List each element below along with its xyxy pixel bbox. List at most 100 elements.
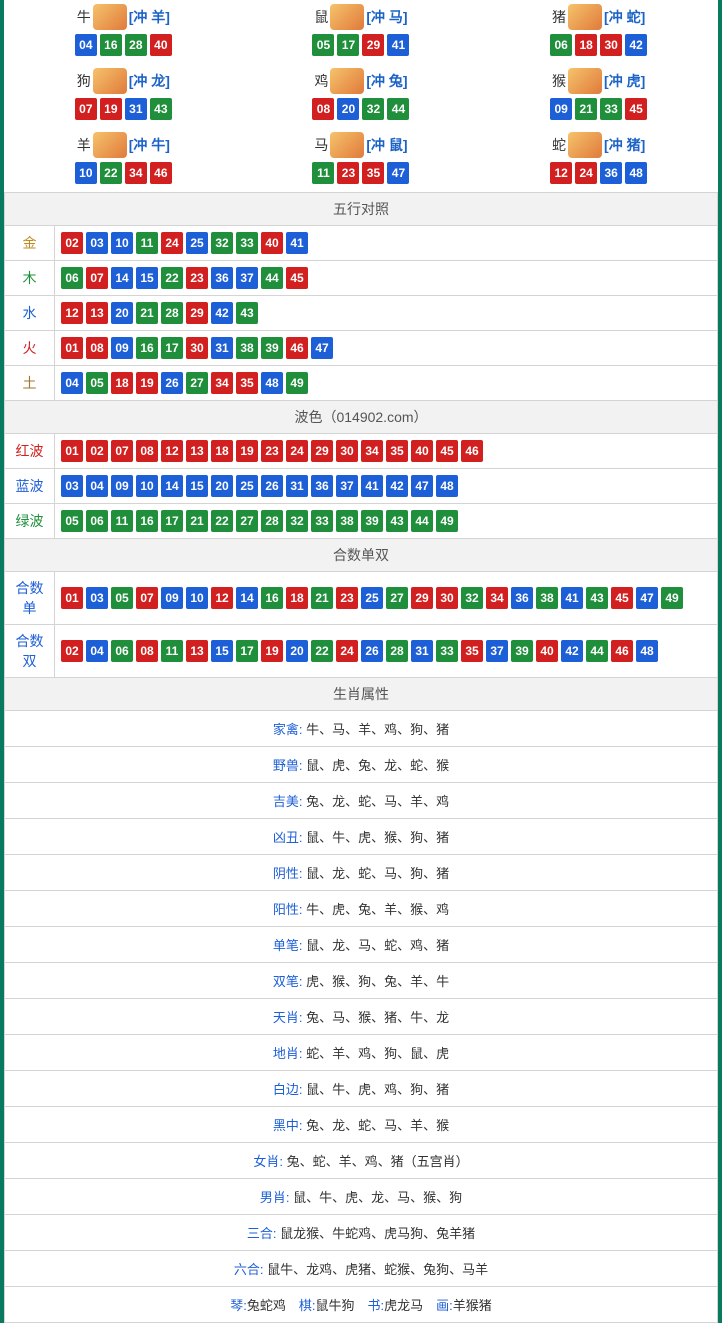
number-ball: 13 [86,302,108,324]
attribute-label: 地肖: [273,1046,306,1061]
number-ball: 20 [211,475,233,497]
zodiac-balls: 05172941 [242,34,480,56]
shuxing-header: 生肖属性 [5,678,718,711]
number-ball: 15 [136,267,158,289]
number-ball: 38 [236,337,258,359]
attribute-value: 鼠、龙、马、蛇、鸡、猪 [306,938,449,953]
zodiac-conflict: [冲 兔] [366,71,407,91]
number-ball: 10 [136,475,158,497]
heshu-label: 合数单 [5,572,55,625]
number-ball: 28 [386,640,408,662]
number-ball: 41 [387,34,409,56]
number-ball: 31 [411,640,433,662]
bose-label: 红波 [5,434,55,469]
number-ball: 25 [236,475,258,497]
number-ball: 34 [486,587,508,609]
attribute-row: 男肖: 鼠、牛、虎、龙、马、猴、狗 [5,1179,718,1215]
zodiac-name: 羊 [77,135,91,155]
number-ball: 04 [75,34,97,56]
number-ball: 18 [111,372,133,394]
number-ball: 36 [311,475,333,497]
number-ball: 41 [561,587,583,609]
attribute-label: 女肖: [253,1154,286,1169]
number-ball: 33 [311,510,333,532]
number-ball: 16 [100,34,122,56]
number-ball: 01 [61,337,83,359]
zodiac-balls: 07193143 [5,98,243,120]
number-ball: 18 [211,440,233,462]
number-ball: 22 [211,510,233,532]
wuxing-label: 金 [5,226,55,261]
qqsh-value: 兔蛇鸡 [247,1298,286,1313]
number-ball: 25 [186,232,208,254]
number-ball: 15 [211,640,233,662]
number-ball: 12 [211,587,233,609]
number-ball: 20 [337,98,359,120]
number-ball: 34 [211,372,233,394]
zodiac-name: 猴 [552,71,566,91]
number-ball: 07 [75,98,97,120]
number-ball: 22 [100,162,122,184]
number-ball: 42 [561,640,583,662]
attribute-value: 鼠牛、龙鸡、虎猪、蛇猴、兔狗、马羊 [267,1262,488,1277]
number-ball: 36 [511,587,533,609]
attribute-row: 地肖: 蛇、羊、鸡、狗、鼠、虎 [5,1035,718,1071]
number-ball: 11 [312,162,334,184]
number-ball: 34 [361,440,383,462]
number-ball: 23 [186,267,208,289]
number-ball: 25 [361,587,383,609]
number-ball: 12 [550,162,572,184]
number-ball: 43 [236,302,258,324]
attribute-value: 兔、龙、蛇、马、羊、鸡 [306,794,449,809]
number-ball: 11 [111,510,133,532]
number-ball: 05 [86,372,108,394]
attribute-label: 吉美: [273,794,306,809]
zodiac-cell: 鼠[冲 马]05172941 [242,0,480,64]
number-ball: 37 [236,267,258,289]
zodiac-balls: 06183042 [480,34,718,56]
number-ball: 06 [61,267,83,289]
attribute-value: 鼠、牛、虎、鸡、狗、猪 [306,1082,449,1097]
number-ball: 40 [150,34,172,56]
number-ball: 09 [161,587,183,609]
heshu-balls: 0103050709101214161821232527293032343638… [55,572,718,625]
zodiac-name: 狗 [77,71,91,91]
number-ball: 23 [337,162,359,184]
zodiac-name: 马 [314,135,328,155]
number-ball: 26 [361,640,383,662]
number-ball: 45 [625,98,647,120]
qqsh-label: 书: [368,1298,385,1313]
attribute-row: 凶丑: 鼠、牛、虎、猴、狗、猪 [5,819,718,855]
zodiac-cell: 猴[冲 虎]09213345 [480,64,718,128]
attribute-value: 虎、猴、狗、兔、羊、牛 [306,974,449,989]
number-ball: 34 [125,162,147,184]
qqsh-value: 羊猴猪 [453,1298,492,1313]
qqsh-label: 琴: [230,1298,247,1313]
wuxing-label: 土 [5,366,55,401]
number-ball: 16 [136,510,158,532]
number-ball: 21 [575,98,597,120]
number-ball: 02 [61,640,83,662]
number-ball: 39 [361,510,383,532]
number-ball: 20 [286,640,308,662]
number-ball: 40 [536,640,558,662]
number-ball: 47 [411,475,433,497]
number-ball: 28 [261,510,283,532]
number-ball: 46 [150,162,172,184]
number-ball: 35 [236,372,258,394]
zodiac-conflict: [冲 猪] [604,135,645,155]
number-ball: 47 [636,587,658,609]
number-ball: 17 [236,640,258,662]
number-ball: 11 [136,232,158,254]
attribute-row: 三合: 鼠龙猴、牛蛇鸡、虎马狗、兔羊猪 [5,1215,718,1251]
zodiac-conflict: [冲 龙] [129,71,170,91]
number-ball: 27 [186,372,208,394]
number-ball: 42 [211,302,233,324]
number-ball: 48 [261,372,283,394]
number-ball: 04 [86,475,108,497]
number-ball: 31 [211,337,233,359]
number-ball: 26 [161,372,183,394]
number-ball: 33 [436,640,458,662]
number-ball: 26 [261,475,283,497]
bose-balls: 0102070812131819232429303435404546 [55,434,718,469]
